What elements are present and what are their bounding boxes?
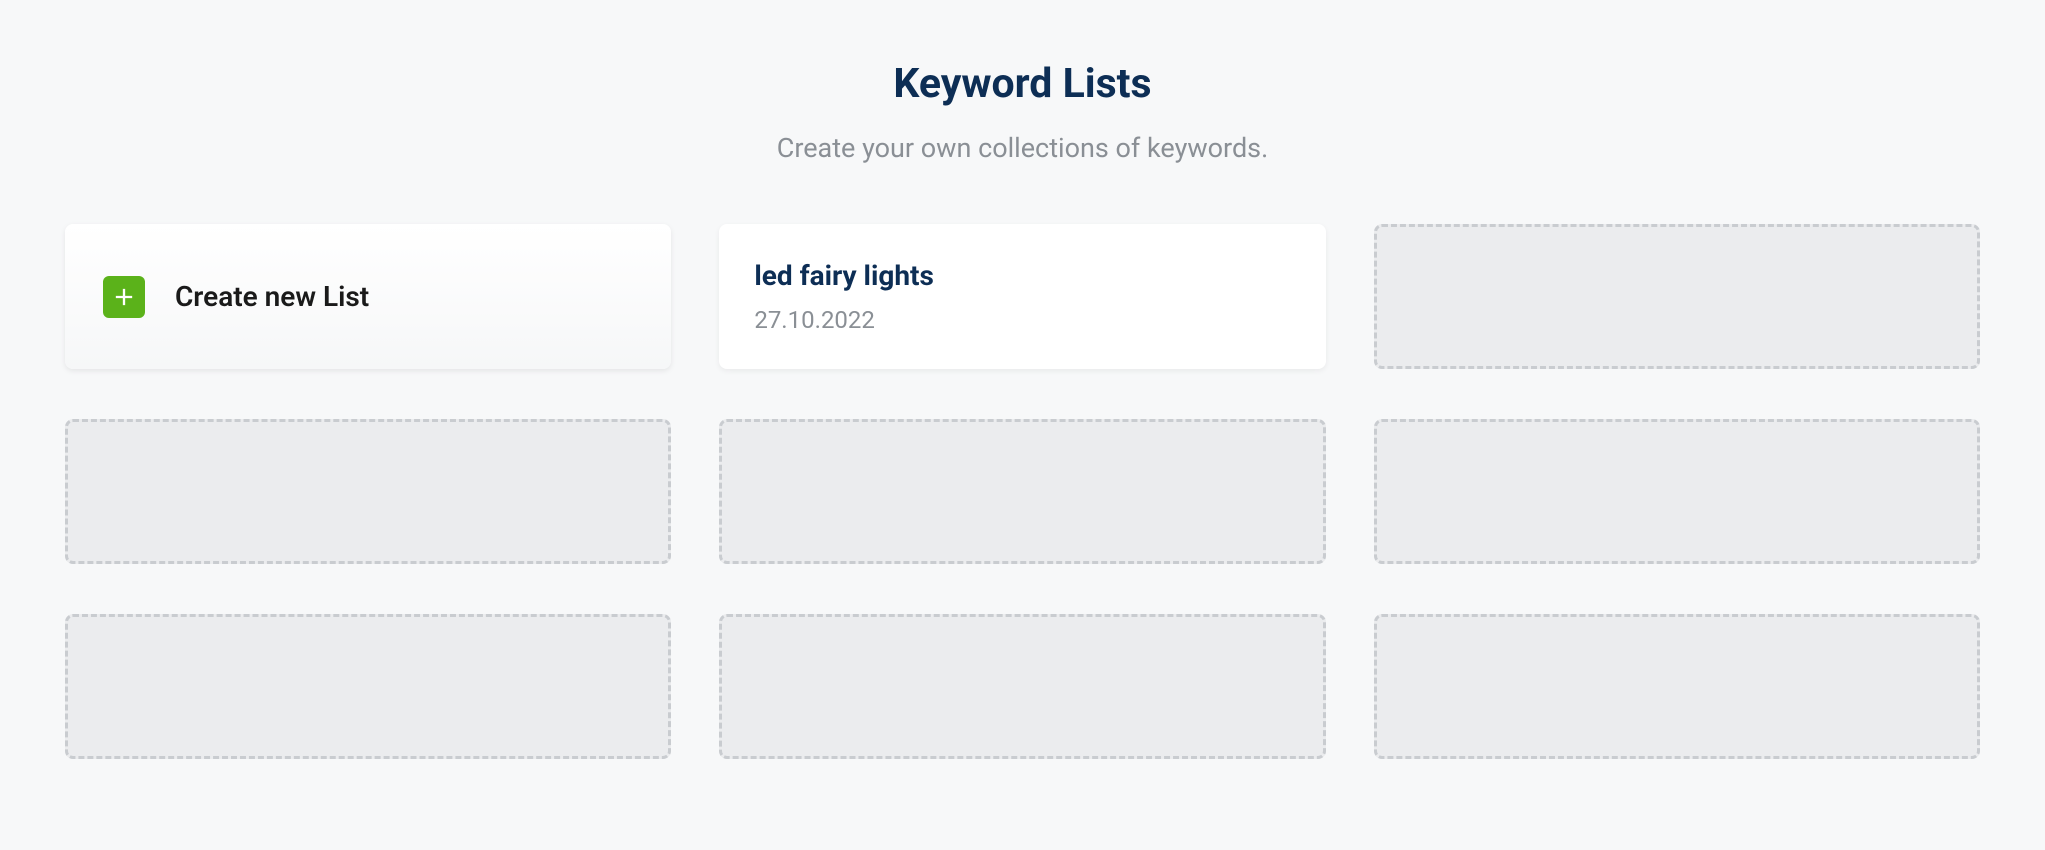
page-title: Keyword Lists — [65, 60, 1980, 108]
empty-list-slot — [1374, 419, 1980, 564]
keyword-lists-page: Keyword Lists Create your own collection… — [0, 0, 2045, 759]
empty-list-slot — [1374, 614, 1980, 759]
list-name: led fairy lights — [754, 259, 1290, 292]
keyword-list-card[interactable]: led fairy lights 27.10.2022 — [719, 224, 1325, 369]
page-header: Keyword Lists Create your own collection… — [65, 60, 1980, 164]
empty-list-slot — [719, 614, 1325, 759]
list-date: 27.10.2022 — [754, 306, 1290, 334]
empty-list-slot — [65, 419, 671, 564]
create-list-label: Create new List — [175, 280, 369, 313]
lists-grid: Create new List led fairy lights 27.10.2… — [65, 224, 1980, 759]
empty-list-slot — [65, 614, 671, 759]
page-subtitle: Create your own collections of keywords. — [65, 132, 1980, 164]
create-list-button[interactable]: Create new List — [65, 224, 671, 369]
plus-icon — [103, 276, 145, 318]
empty-list-slot — [719, 419, 1325, 564]
empty-list-slot — [1374, 224, 1980, 369]
